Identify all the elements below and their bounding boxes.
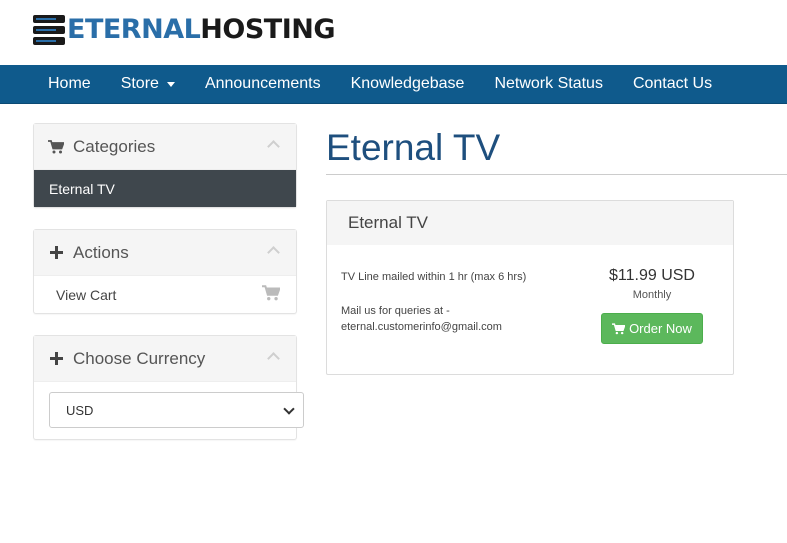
description-line: Mail us for queries at - <box>341 305 450 317</box>
product-pricing: $11.99 USD Monthly Order Now <box>589 265 715 344</box>
currency-title: Choose Currency <box>73 348 206 368</box>
product-name: Eternal TV <box>327 201 733 245</box>
currency-panel: Choose Currency USD <box>33 335 304 440</box>
order-now-label: Order Now <box>629 321 692 336</box>
page-title: Eternal TV <box>326 127 501 168</box>
nav-announcements[interactable]: Announcements <box>190 65 336 103</box>
product-card: Eternal TV TV Line mailed within 1 hr (m… <box>326 200 734 375</box>
brand-part-hosting: HOSTING <box>200 14 336 45</box>
categories-heading[interactable]: Categories <box>34 124 296 170</box>
brand-part-eternal: ETERNAL <box>67 14 201 45</box>
currency-select-wrap: USD <box>34 382 304 439</box>
shopping-cart-icon <box>262 285 281 304</box>
order-now-button[interactable]: Order Now <box>601 313 703 344</box>
actions-title: Actions <box>73 242 129 262</box>
chevron-up-icon[interactable] <box>267 140 280 153</box>
nav-knowledgebase[interactable]: Knowledgebase <box>336 65 480 103</box>
plus-icon <box>48 245 64 261</box>
product-price: $11.99 USD <box>609 267 695 284</box>
category-item-eternal-tv[interactable]: Eternal TV <box>34 170 296 207</box>
currency-selected-value: USD <box>66 402 94 418</box>
billing-cycle: Monthly <box>632 289 672 301</box>
actions-heading[interactable]: Actions <box>34 230 296 276</box>
server-stack-icon <box>33 15 65 45</box>
view-cart-label: View Cart <box>56 286 117 303</box>
plus-icon <box>48 351 64 367</box>
nav-home-label: Home <box>48 75 91 92</box>
brand-wordmark: ETERNAL HOSTING <box>67 14 336 45</box>
brand-logo[interactable]: ETERNAL HOSTING <box>33 14 336 46</box>
view-cart-link[interactable]: View Cart <box>34 276 296 313</box>
nav-knowledgebase-label: Knowledgebase <box>350 75 465 92</box>
chevron-down-icon <box>283 402 295 415</box>
nav-store[interactable]: Store <box>106 65 190 103</box>
site-header: ETERNAL HOSTING <box>0 0 787 65</box>
currency-select[interactable]: USD <box>49 392 304 428</box>
shopping-cart-icon <box>48 139 64 155</box>
categories-title: Categories <box>73 136 156 156</box>
product-name-label: Eternal TV <box>348 213 429 232</box>
nav-home[interactable]: Home <box>33 65 106 103</box>
nav-network-status-label: Network Status <box>494 75 603 92</box>
caret-down-icon <box>166 81 175 87</box>
nav-network-status[interactable]: Network Status <box>479 65 617 103</box>
nav-contact-us[interactable]: Contact Us <box>618 65 727 103</box>
description-line: eternal.customerinfo@gmail.com <box>341 321 502 333</box>
nav-store-label: Store <box>120 75 159 92</box>
title-divider <box>326 174 787 175</box>
main-navbar: Home Store Announcements Knowledgebase N… <box>0 65 787 104</box>
categories-panel: Categories Eternal TV <box>33 123 297 208</box>
nav-announcements-label: Announcements <box>204 75 321 92</box>
nav-menu: Home Store Announcements Knowledgebase N… <box>33 65 787 103</box>
description-line: TV Line mailed within 1 hr (max 6 hrs) <box>341 271 527 283</box>
shopping-cart-icon <box>612 322 626 335</box>
category-item-label: Eternal TV <box>49 180 115 197</box>
product-description: TV Line mailed within 1 hr (max 6 hrs) M… <box>341 269 571 335</box>
chevron-up-icon[interactable] <box>267 352 280 365</box>
actions-panel: Actions View Cart <box>33 229 297 314</box>
nav-contact-us-label: Contact Us <box>632 75 713 92</box>
chevron-up-icon[interactable] <box>267 246 280 259</box>
currency-heading[interactable]: Choose Currency <box>34 336 296 382</box>
